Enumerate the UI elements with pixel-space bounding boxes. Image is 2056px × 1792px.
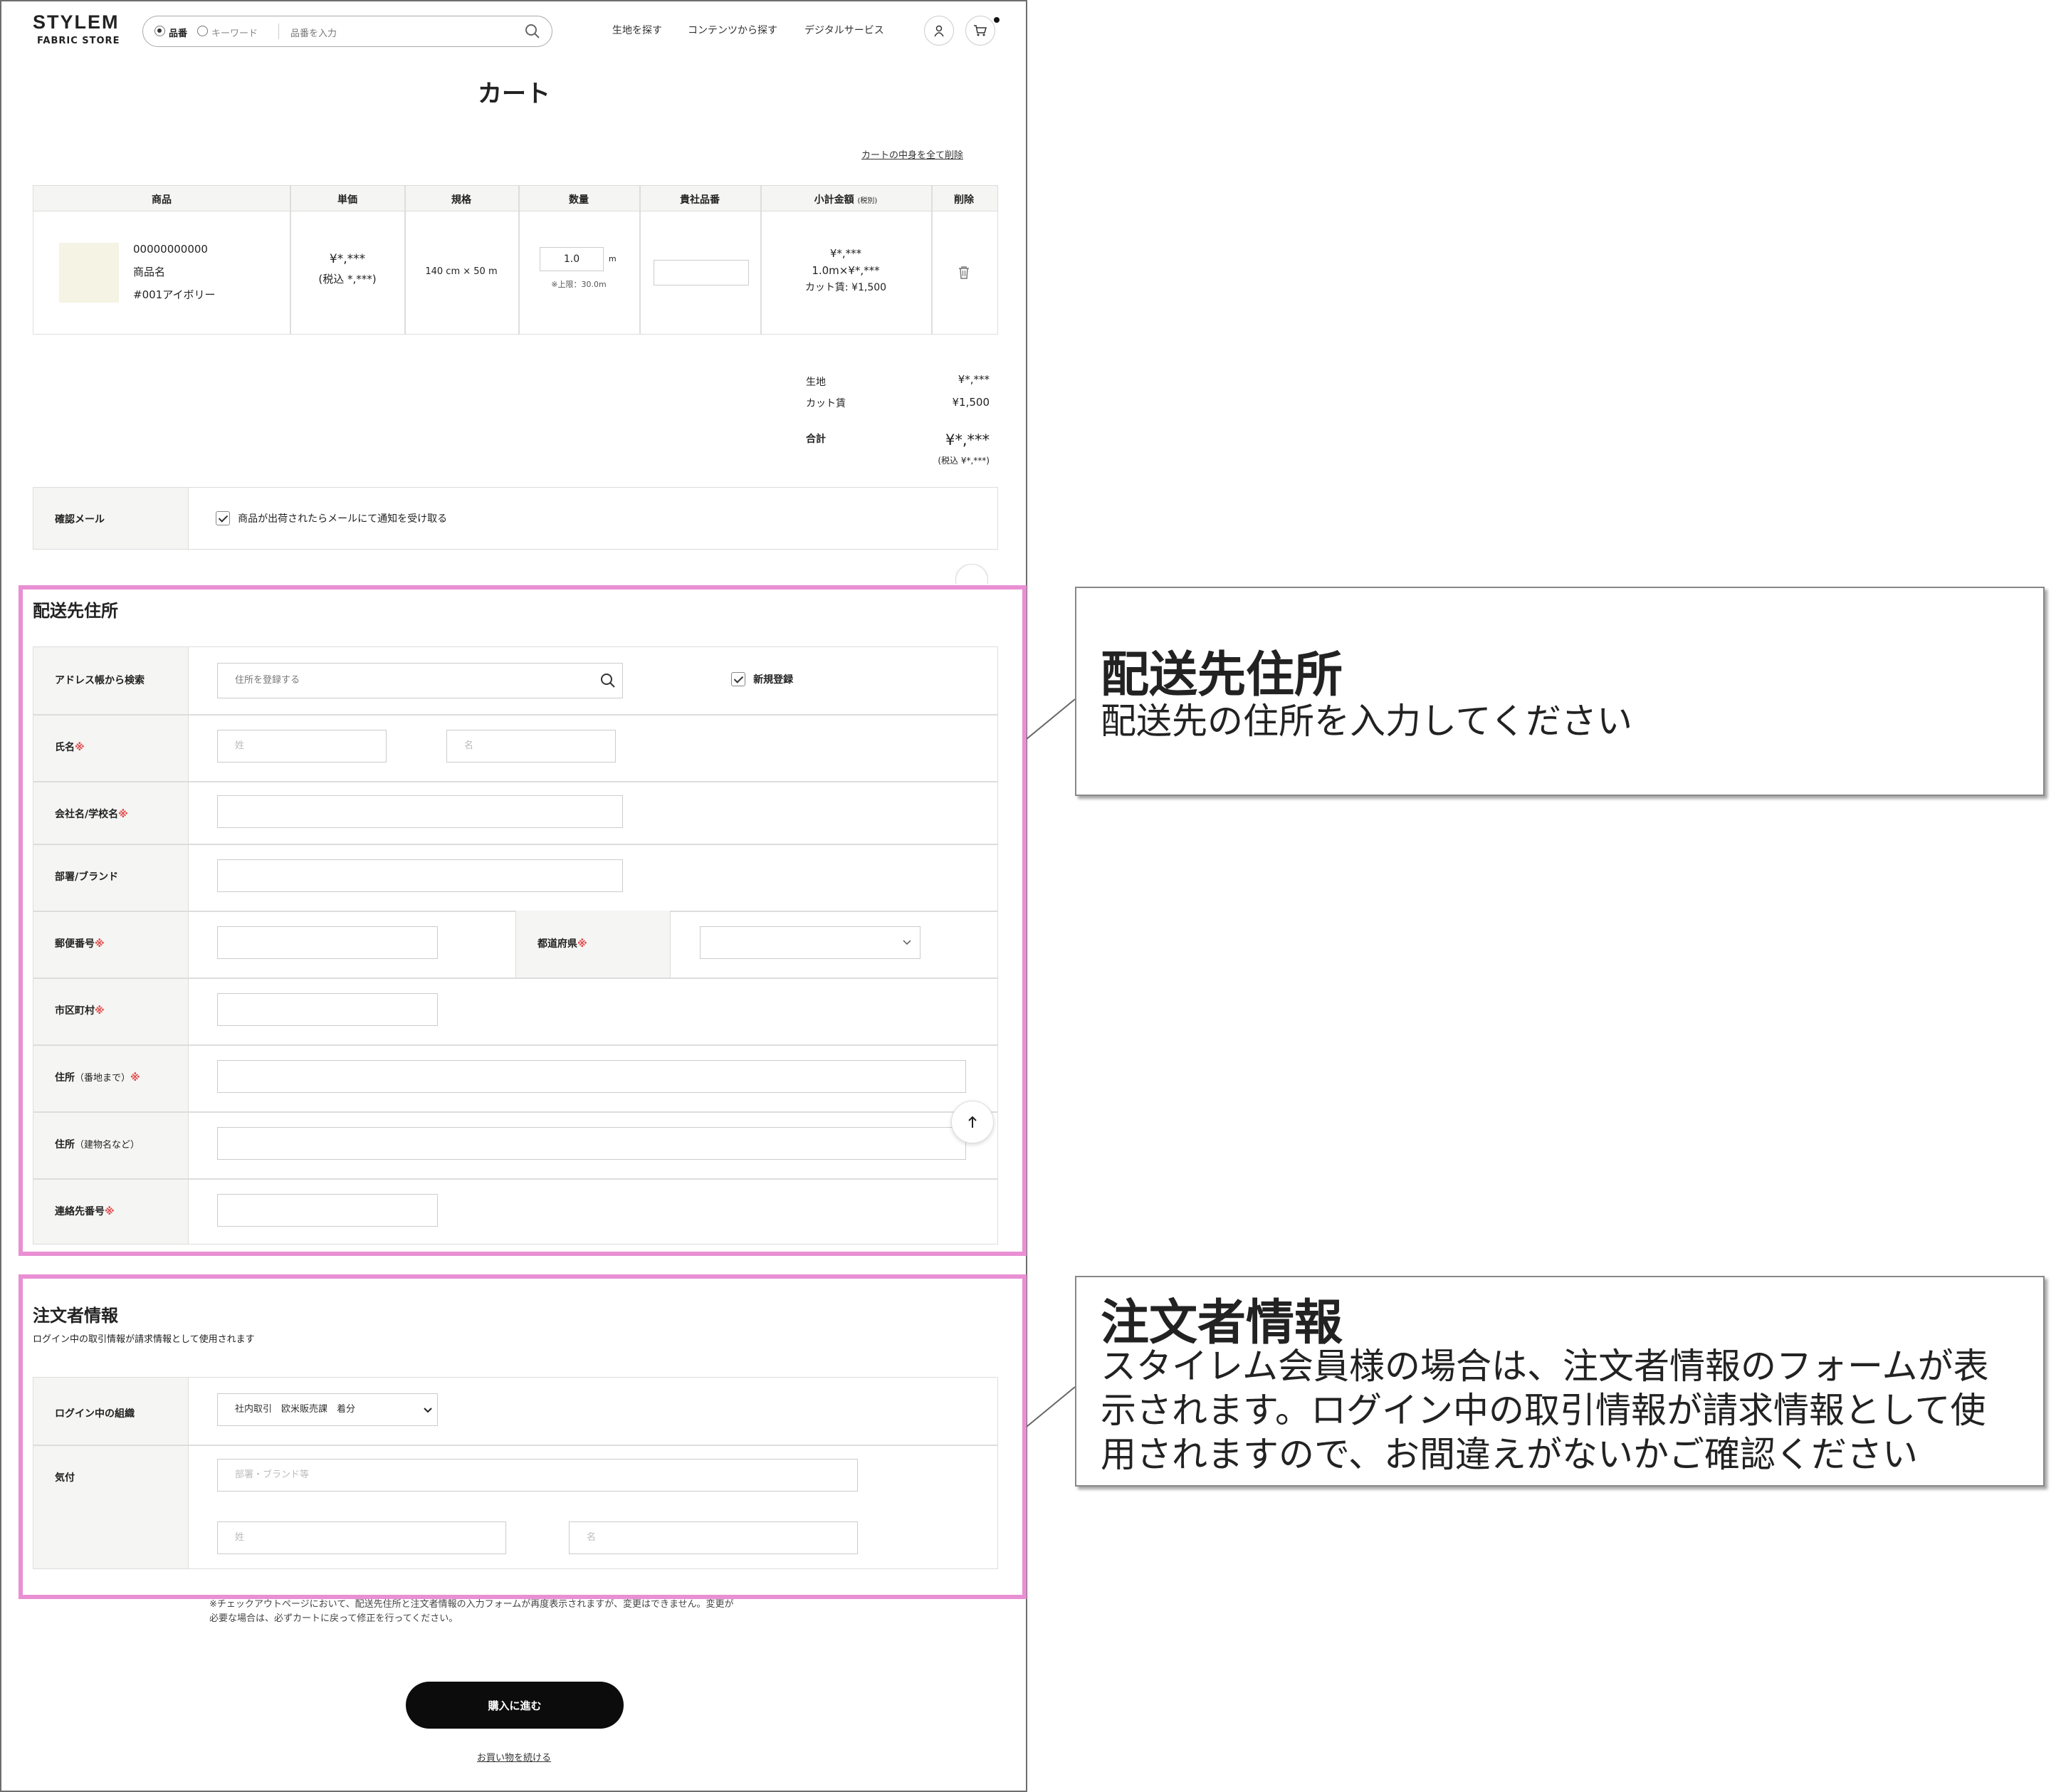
- search-icon[interactable]: [525, 23, 540, 39]
- col-subtotal-note: (税別): [857, 197, 878, 205]
- quantity-unit: m: [609, 254, 617, 263]
- callout-connector-2: [1026, 1386, 1076, 1427]
- cut-fee-value: ¥1,500: [952, 396, 990, 409]
- col-product: 商品: [152, 194, 172, 206]
- nav-digital[interactable]: デジタルサービス: [804, 23, 884, 37]
- cart-table: 商品 単価 規格 数量 貴社品番 小計金額 (税別) 削除 0000000000…: [33, 185, 998, 335]
- unit-price-tax: (税込 *,***): [318, 273, 377, 285]
- your-ref-input[interactable]: [654, 260, 749, 285]
- cart-table-header: 商品 単価 規格 数量 貴社品番 小計金額 (税別) 削除: [33, 186, 997, 211]
- col-spec: 規格: [451, 194, 471, 206]
- quantity-limit: ※上限：30.0m: [551, 280, 607, 289]
- chat-button-partial[interactable]: [955, 564, 988, 584]
- col-divider: [404, 186, 406, 334]
- continue-shopping-link: お買い物を続ける: [1, 1750, 1026, 1764]
- nav-find-fabric[interactable]: 生地を探す: [612, 23, 662, 37]
- grand-total-value: ¥*,***: [945, 431, 990, 449]
- col-subtotal: 小計金額 (税別): [760, 192, 931, 206]
- product-code: 00000000000: [133, 243, 208, 256]
- spec: 140 cm × 50 m: [425, 266, 498, 277]
- grand-total-tax: (税込 ¥*,***): [938, 456, 990, 466]
- unit-price: ¥*,***: [329, 252, 366, 266]
- fabric-total-value: ¥*,***: [958, 373, 990, 386]
- search-input[interactable]: 品番を入力: [290, 26, 337, 39]
- col-subtotal-label: 小計金額: [814, 194, 854, 206]
- cart-icon: [974, 25, 987, 36]
- callout-connector-1: [1026, 698, 1076, 740]
- shipping-highlight-box: [19, 585, 1027, 1256]
- radio-product-code[interactable]: [154, 26, 165, 36]
- shipping-callout-title: 配送先住所: [1101, 647, 1343, 703]
- cut-fee-label: カット賃: [806, 398, 846, 409]
- logo[interactable]: STYLEM: [33, 11, 120, 33]
- confirm-mail-label: 確認メール: [55, 514, 105, 525]
- orderer-callout-title: 注文者情報: [1101, 1295, 1343, 1351]
- confirm-mail-row: 確認メール 商品が出荷されたらメールにて通知を受け取る: [33, 487, 998, 550]
- orderer-callout-line2: 示されます。ログイン中の取引情報が請求情報として使: [1101, 1390, 1986, 1431]
- grand-total-label: 合計: [806, 434, 826, 445]
- col-unit-price: 単価: [337, 194, 357, 206]
- orderer-callout-line1: スタイレム会員様の場合は、注文者情報のフォームが表: [1101, 1346, 1989, 1387]
- trash-icon[interactable]: [958, 266, 970, 280]
- col-divider: [639, 186, 641, 334]
- orderer-callout: 注文者情報 スタイレム会員様の場合は、注文者情報のフォームが表 示されます。ログ…: [1075, 1276, 2045, 1487]
- search-bar: 品番 キーワード 品番を入力: [142, 16, 552, 47]
- quantity-input[interactable]: 1.0: [540, 247, 604, 271]
- orderer-highlight-box: [19, 1274, 1027, 1599]
- checkout-note: ※チェックアウトページにおいて、配送先住所と注文者情報の入力フォームが再度表示さ…: [209, 1598, 734, 1626]
- product-thumbnail[interactable]: [59, 243, 119, 303]
- shipping-callout-body: 配送先の住所を入力してください: [1101, 701, 1632, 742]
- radio-keyword[interactable]: [197, 26, 208, 36]
- user-icon: [934, 25, 944, 37]
- radio-product-code-label: 品番: [169, 28, 188, 39]
- checkout-note-line2: 必要な場合は、必ずカートに戻って修正を行ってください。: [209, 1613, 458, 1624]
- orderer-callout-line3: 用されますので、お間違えがないかご確認ください: [1101, 1434, 1918, 1475]
- radio-keyword-label: キーワード: [211, 28, 258, 39]
- page-title: カート: [478, 80, 550, 108]
- confirm-mail-checkbox-label: 商品が出荷されたらメールにて通知を受け取る: [238, 513, 448, 525]
- col-quantity: 数量: [569, 194, 589, 206]
- confirm-mail-checkbox[interactable]: [216, 510, 230, 525]
- chat-circle: [955, 564, 988, 584]
- product-color: #001アイボリー: [133, 288, 216, 301]
- proceed-to-purchase-button[interactable]: 購入に進む: [406, 1682, 624, 1729]
- confirm-mail-option: 商品が出荷されたらメールにて通知を受け取る: [216, 510, 447, 525]
- cart-button[interactable]: [965, 16, 995, 46]
- clear-cart-link[interactable]: カートの中身を全て削除: [861, 147, 963, 161]
- subtotal-cut-fee: カット賃: ¥1,500: [804, 282, 887, 293]
- continue-shopping-text[interactable]: お買い物を続ける: [477, 1753, 551, 1764]
- logo-subtitle: FABRIC STORE: [37, 36, 120, 46]
- col-delete: 削除: [954, 194, 974, 206]
- checkout-note-line1: ※チェックアウトページにおいて、配送先住所と注文者情報の入力フォームが再度表示さ…: [209, 1599, 734, 1610]
- fabric-total-label: 生地: [806, 377, 826, 388]
- product-name[interactable]: 商品名: [133, 261, 165, 283]
- col-divider: [518, 186, 520, 334]
- orderer-callout-body: スタイレム会員様の場合は、注文者情報のフォームが表 示されます。ログイン中の取引…: [1101, 1344, 1989, 1477]
- col-divider: [931, 186, 933, 334]
- col-your-ref: 貴社品番: [680, 194, 720, 206]
- nav-content[interactable]: コンテンツから探す: [688, 23, 777, 37]
- shipping-callout: 配送先住所 配送先の住所を入力してください: [1075, 587, 2045, 796]
- account-button[interactable]: [924, 16, 954, 46]
- search-divider: [278, 23, 279, 39]
- cart-badge-dot: [994, 17, 1000, 23]
